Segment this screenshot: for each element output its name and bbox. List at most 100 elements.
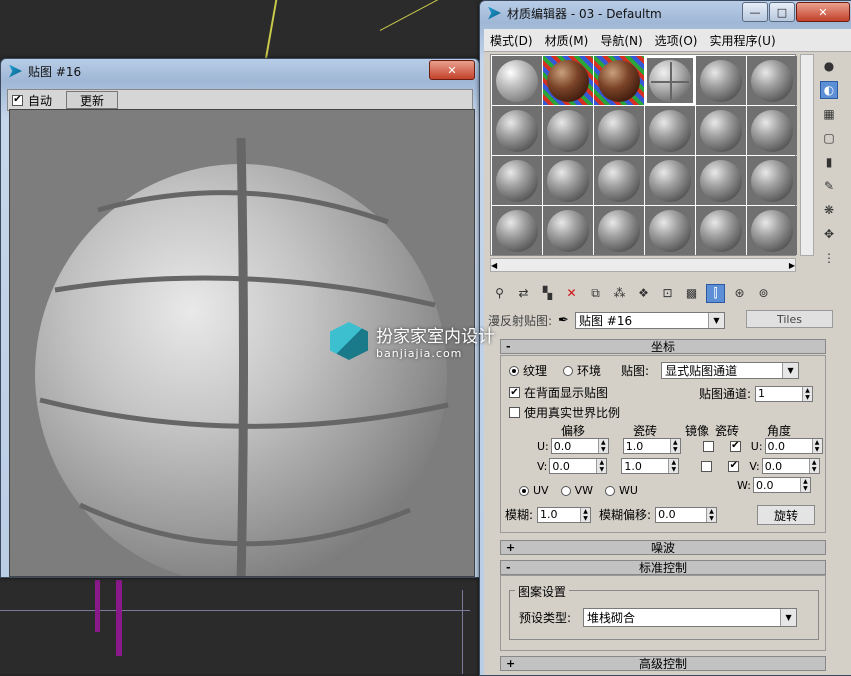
copy-material-icon[interactable]: ⧉ [586, 284, 605, 303]
reset-map-icon[interactable]: ✕ [562, 284, 581, 303]
sample-slot[interactable] [543, 106, 593, 155]
vw-label: VW [574, 484, 593, 497]
sample-slot[interactable] [747, 106, 797, 155]
v-mirror-checkbox[interactable] [701, 460, 713, 472]
texture-radio[interactable] [509, 365, 519, 376]
minimize-button[interactable]: — [742, 2, 768, 22]
menu-options[interactable]: 选项(O) [649, 32, 704, 49]
blur-offset-spinner[interactable]: 0.0 ▲ ▼ [655, 506, 718, 523]
u-tiling-spinner[interactable]: 1.0 ▲ ▼ [622, 438, 681, 454]
material-editor-window[interactable]: 材质编辑器 - 03 - Defaultm — □ ✕ 模式(D) 材质(M) … [479, 0, 851, 676]
sample-type-icon[interactable]: ● [820, 57, 838, 75]
sample-slot[interactable] [543, 206, 593, 255]
sample-slot[interactable] [645, 206, 695, 255]
u-mirror-checkbox[interactable] [702, 440, 714, 452]
tile-header: 瓷砖 [715, 424, 740, 438]
advanced-controls-rollout-header[interactable]: + 高级控制 [500, 656, 826, 671]
map-preview-window[interactable]: 贴图 #16 ✕ ✔ 自动 更新 [0, 58, 480, 578]
sample-slot[interactable] [543, 56, 593, 105]
u-offset-spinner[interactable]: 0.0 ▲ ▼ [550, 438, 609, 454]
uv-radio[interactable] [519, 485, 529, 496]
make-preview-icon[interactable]: ✎ [820, 177, 838, 195]
show-end-result-icon[interactable]: ⫿ [706, 283, 725, 303]
maximize-button[interactable]: □ [769, 2, 795, 22]
sample-slot[interactable] [696, 156, 746, 205]
put-to-library-icon[interactable]: ❖ [634, 284, 653, 303]
assign-to-selection-icon[interactable]: ▚ [538, 284, 557, 303]
close-button[interactable]: ✕ [429, 60, 475, 80]
map-toolbar: ✔ 自动 更新 [7, 89, 473, 111]
go-forward-to-sibling-icon[interactable]: ⊚ [754, 284, 773, 303]
noise-rollout-header[interactable]: + 噪波 [500, 540, 826, 555]
blur-spinner[interactable]: 1.0 ▲ ▼ [537, 506, 592, 523]
video-color-check-icon[interactable]: ▮ [820, 153, 838, 171]
map-name-field[interactable]: 贴图 #16 ▼ [574, 311, 725, 329]
sample-slot[interactable] [696, 206, 746, 255]
auto-checkbox[interactable]: ✔ [12, 94, 23, 106]
sample-slot[interactable] [594, 56, 644, 105]
menu-mode[interactable]: 模式(D) [484, 32, 539, 49]
slots-vertical-scrollbar[interactable] [800, 54, 814, 256]
uv-tiling-icon[interactable]: ▢ [820, 129, 838, 147]
put-to-scene-icon[interactable]: ⇄ [514, 284, 533, 303]
menu-material[interactable]: 材质(M) [539, 32, 595, 49]
sample-slot[interactable] [747, 156, 797, 205]
sample-slot[interactable] [696, 56, 746, 105]
real-world-scale-checkbox[interactable] [509, 407, 520, 418]
offset-header: 偏移 [561, 424, 586, 438]
viewport-line [0, 610, 470, 611]
angle-v-spinner[interactable]: 0.0 ▲ ▼ [761, 458, 820, 474]
backlight-icon[interactable]: ◐ [820, 81, 838, 99]
sample-slot[interactable] [645, 106, 695, 155]
show-map-on-back-checkbox[interactable]: ✔ [509, 387, 520, 398]
vw-radio[interactable] [560, 485, 571, 496]
u-tile-checkbox[interactable]: ✔ [729, 440, 741, 452]
angle-w-spinner[interactable]: 0.0 ▲ ▼ [752, 477, 811, 493]
map-window-titlebar[interactable]: 贴图 #16 [1, 59, 479, 83]
tiling-header: 瓷砖 [633, 424, 658, 438]
sample-slot[interactable] [747, 56, 797, 105]
show-map-in-viewport-icon[interactable]: ▩ [682, 284, 701, 303]
menu-utilities[interactable]: 实用程序(U) [703, 32, 781, 49]
coordinates-rollout-header[interactable]: - 坐标 [500, 339, 826, 354]
v-tiling-spinner[interactable]: 1.0 ▲ ▼ [621, 458, 680, 474]
map-channel-spinner[interactable]: 1 ▲ ▼ [755, 385, 814, 402]
map-type-button[interactable]: Tiles [746, 310, 833, 328]
v-offset-spinner[interactable]: 0.0 ▲ ▼ [549, 458, 608, 474]
get-material-icon[interactable]: ⚲ [490, 284, 509, 303]
preset-type-select[interactable]: 堆栈砌合 ▼ [583, 608, 798, 627]
sample-slot[interactable] [747, 206, 797, 255]
sample-slot-selected[interactable] [645, 56, 695, 105]
eyedropper-icon[interactable]: ✒ [558, 313, 569, 328]
mapping-select[interactable]: 显式贴图通道 ▼ [661, 362, 800, 379]
v-tile-checkbox[interactable]: ✔ [728, 460, 740, 472]
environment-radio[interactable] [563, 365, 574, 376]
sample-slot[interactable] [492, 206, 542, 255]
standard-controls-rollout-header[interactable]: - 标准控制 [500, 560, 826, 575]
material-id-icon[interactable]: ⊡ [658, 284, 677, 303]
sample-slot[interactable] [492, 56, 542, 105]
sample-slot[interactable] [696, 106, 746, 155]
update-button[interactable]: 更新 [66, 91, 119, 109]
map-window-title: 贴图 #16 [28, 64, 82, 79]
sample-slot[interactable] [543, 156, 593, 205]
angle-w-label: W: [737, 478, 751, 492]
sample-slot[interactable] [645, 156, 695, 205]
close-button[interactable]: ✕ [796, 2, 850, 22]
background-icon[interactable]: ▦ [820, 105, 838, 123]
wu-radio[interactable] [604, 485, 615, 496]
sample-slot[interactable] [492, 106, 542, 155]
go-to-parent-icon[interactable]: ⊛ [730, 284, 749, 303]
sample-slot[interactable] [594, 206, 644, 255]
sample-slot[interactable] [594, 156, 644, 205]
rotate-button[interactable]: 旋转 [757, 505, 815, 525]
sample-slot[interactable] [594, 106, 644, 155]
menu-navigation[interactable]: 导航(N) [594, 32, 648, 49]
material-map-navigator-icon[interactable]: ⋮ [820, 249, 838, 267]
make-unique-icon[interactable]: ⁂ [610, 284, 629, 303]
slots-horizontal-scrollbar[interactable]: ◀ ▶ [490, 258, 796, 272]
angle-u-spinner[interactable]: 0.0 ▲ ▼ [764, 438, 823, 454]
sample-slot[interactable] [492, 156, 542, 205]
options-icon[interactable]: ❋ [820, 201, 838, 219]
select-by-material-icon[interactable]: ✥ [820, 225, 838, 243]
